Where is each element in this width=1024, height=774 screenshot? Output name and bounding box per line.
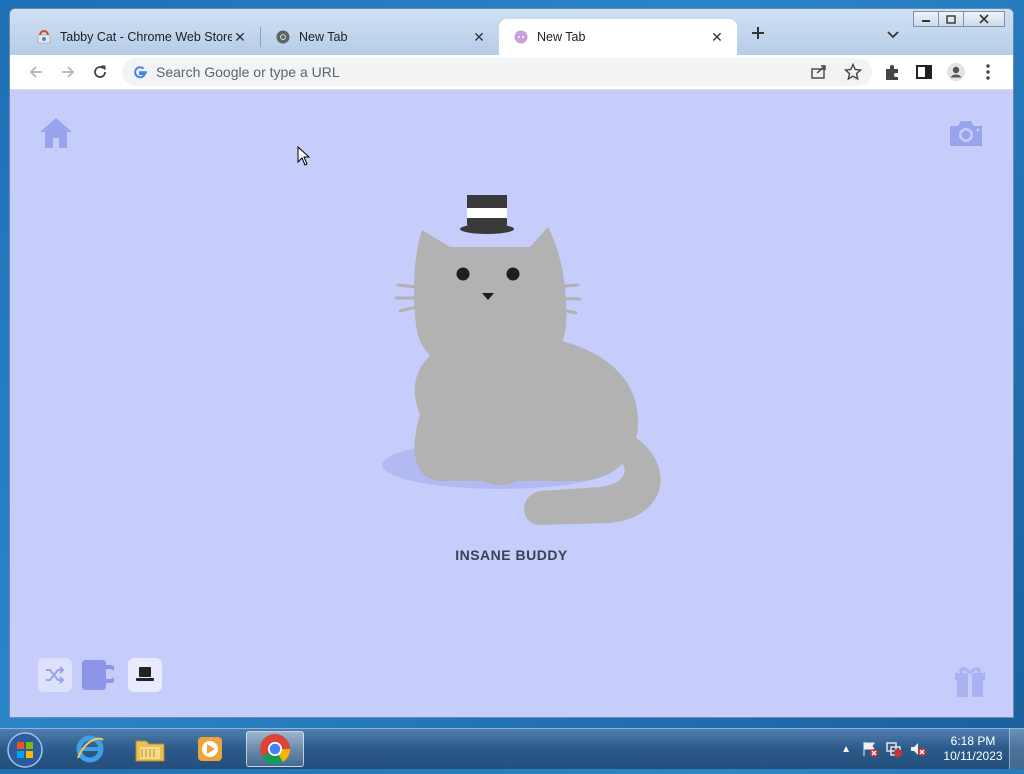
tab-close-icon[interactable]: ✕ [232,29,248,46]
browser-window: Tabby Cat - Chrome Web Store ✕ New Tab ✕… [9,8,1014,718]
google-g-icon [132,64,148,85]
start-button[interactable] [6,731,44,769]
internet-explorer-taskbar-button[interactable] [62,731,118,767]
tab-new-tab[interactable]: New Tab ✕ [261,19,499,55]
chrome-taskbar-button[interactable] [246,731,304,767]
avatar-icon [947,63,965,81]
file-explorer-taskbar-button[interactable] [122,731,178,767]
network-icon[interactable] [885,740,903,758]
back-button[interactable] [26,62,46,82]
cat-illustration[interactable] [380,195,680,535]
internet-explorer-icon [76,735,104,763]
gift-icon [955,667,985,697]
taskbar: ▲ 6:18 PM 10/11/2023 [0,728,1024,769]
window-controls [913,11,1005,27]
shuffle-icon [46,666,65,684]
home-icon [40,118,72,148]
reload-button[interactable] [90,62,110,82]
kebab-menu-icon [986,64,990,80]
windows-start-icon [7,732,43,768]
arrow-left-icon [29,66,42,78]
clock[interactable]: 6:18 PM 10/11/2023 [937,734,1009,764]
mouse-cursor-icon [297,146,311,166]
close-icon [979,14,989,24]
profile-button[interactable] [946,62,966,82]
clock-time: 6:18 PM [950,734,996,748]
top-hat-icon [136,667,154,681]
show-hidden-icons-icon[interactable]: ▲ [841,744,851,755]
reload-icon [94,65,106,78]
new-tab-button[interactable] [750,25,766,45]
cat-name: INSANE BUDDY [455,547,568,563]
close-window-button[interactable] [963,11,1005,27]
cat-right-eye [506,267,520,281]
tab-search-button[interactable] [886,27,900,43]
home-button[interactable] [38,116,74,150]
forward-button[interactable] [58,62,78,82]
system-tray: ▲ 6:18 PM 10/11/2023 [841,729,1024,769]
camera-button[interactable] [948,118,984,148]
tab-chrome-web-store[interactable]: Tabby Cat - Chrome Web Store ✕ [22,19,260,55]
share-icon[interactable] [810,64,828,85]
extensions-button[interactable] [882,62,902,82]
mug-icon [82,660,114,690]
chrome-icon [260,734,291,765]
tab-title: New Tab [299,30,348,44]
gift-button[interactable] [954,664,986,698]
tab-new-tab-active[interactable]: New Tab ✕ [499,19,737,55]
address-input[interactable] [156,58,756,86]
media-player-taskbar-button[interactable] [182,731,238,767]
menu-button[interactable] [978,62,998,82]
minimize-button[interactable] [913,11,939,27]
restore-icon [946,14,956,24]
hat-button[interactable] [128,658,162,692]
tabby-cat-icon [513,29,529,45]
volume-muted-icon[interactable] [909,740,927,758]
tab-title: New Tab [537,30,586,44]
tab-strip: Tabby Cat - Chrome Web Store ✕ New Tab ✕… [22,19,737,55]
tab-close-icon[interactable]: ✕ [709,29,725,46]
minimize-icon [922,20,930,22]
chrome-web-store-icon [36,29,52,45]
bookmark-star-icon[interactable] [843,62,863,86]
action-center-flag-icon[interactable] [861,740,879,758]
new-tab-page: INSANE BUDDY [10,90,1013,717]
cat-left-eye [456,267,470,281]
clock-date: 10/11/2023 [943,749,1003,763]
media-player-icon [198,737,222,761]
cat-head [394,227,582,377]
top-hat [460,195,514,234]
tab-title: Tabby Cat - Chrome Web Store [60,30,232,44]
chrome-icon [275,29,291,45]
omnibox[interactable] [122,58,872,86]
side-panel-icon [916,65,932,79]
file-explorer-icon [135,740,165,762]
show-desktop-button[interactable] [1009,729,1024,769]
plus-icon [752,27,764,39]
tab-close-icon[interactable]: ✕ [471,29,487,46]
browser-toolbar [10,55,1013,90]
title-bar: Tabby Cat - Chrome Web Store ✕ New Tab ✕… [10,9,1013,55]
arrow-right-icon [62,66,75,78]
side-panel-button[interactable] [914,62,934,82]
shuffle-button[interactable] [38,658,72,692]
camera-icon [950,121,982,146]
chevron-down-icon [887,31,899,39]
mug-button[interactable] [80,658,114,692]
puzzle-icon [886,65,898,80]
maximize-button[interactable] [938,11,964,27]
